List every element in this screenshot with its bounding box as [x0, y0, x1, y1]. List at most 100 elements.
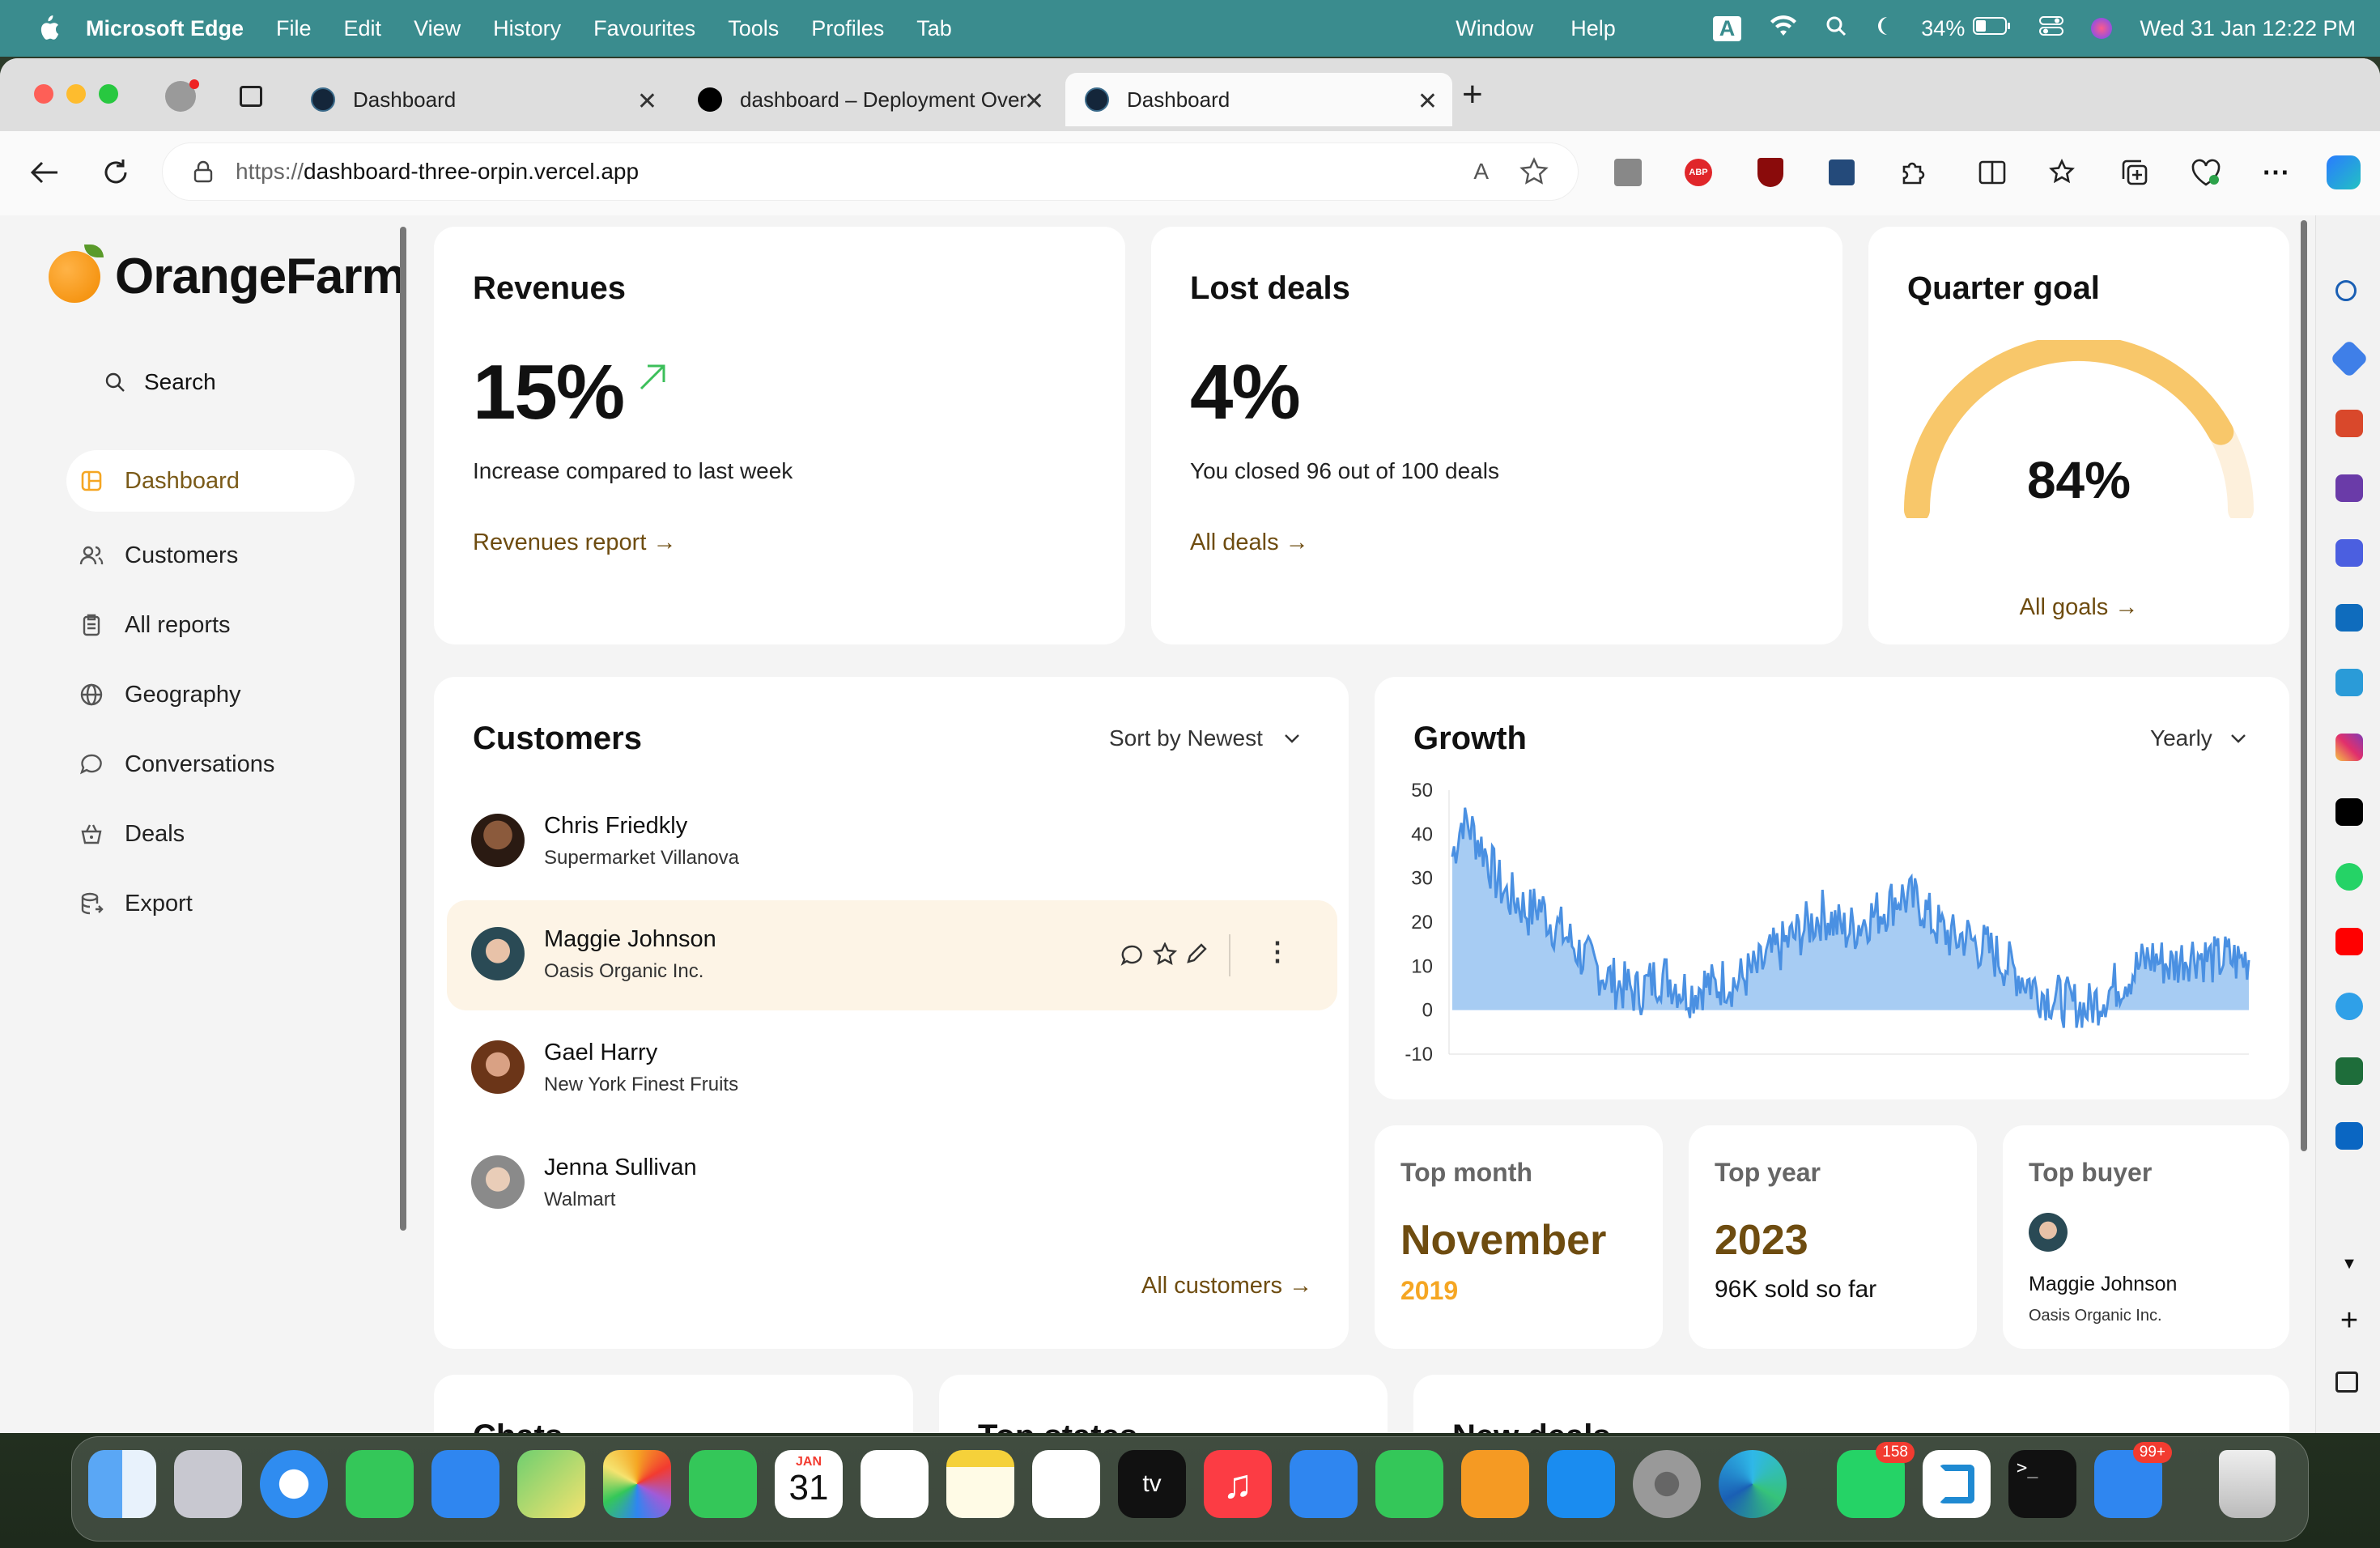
app-store-icon[interactable]: [1547, 1450, 1615, 1518]
favorites-icon[interactable]: [2046, 155, 2080, 189]
tab-deployment[interactable]: dashboard – Deployment Over ✕: [678, 73, 1059, 126]
apple-icon[interactable]: [36, 15, 60, 42]
menu-view[interactable]: View: [414, 16, 461, 41]
back-arrow-icon[interactable]: [28, 155, 62, 189]
instagram-icon[interactable]: [2335, 734, 2363, 761]
extension-profile-icon[interactable]: [1611, 155, 1645, 189]
settings-gear-icon[interactable]: ⚙: [2335, 1430, 2363, 1433]
menu-app-name[interactable]: Microsoft Edge: [86, 16, 244, 41]
revenues-report-link[interactable]: Revenues report →: [473, 529, 676, 556]
input-source-icon[interactable]: A: [1712, 15, 1742, 41]
sidebar-scrollbar[interactable]: [400, 227, 406, 1231]
send-icon[interactable]: [2335, 669, 2363, 696]
adblock-plus-icon[interactable]: ABP: [1681, 155, 1715, 189]
menu-tools[interactable]: Tools: [728, 16, 779, 41]
extensions-puzzle-icon[interactable]: [1896, 155, 1930, 189]
menu-window[interactable]: Window: [1456, 16, 1533, 41]
menu-help[interactable]: Help: [1570, 16, 1616, 41]
keynote-icon[interactable]: [1290, 1450, 1358, 1518]
more-vertical-icon[interactable]: ⋮: [1264, 936, 1290, 967]
nav-export[interactable]: Export: [66, 873, 355, 934]
zoom-window-button[interactable]: [99, 84, 118, 104]
sort-dropdown[interactable]: Sort by Newest: [1109, 725, 1300, 751]
customer-row[interactable]: Gael Harry New York Finest Fruits: [447, 1014, 1337, 1124]
period-dropdown[interactable]: Yearly: [2150, 725, 2246, 751]
mail-icon[interactable]: [431, 1450, 499, 1518]
message-icon[interactable]: [1120, 944, 1143, 967]
messenger-icon[interactable]: [2335, 993, 2363, 1020]
customer-row[interactable]: Chris Friedkly Supermarket Villanova: [447, 787, 1337, 897]
reminders-icon[interactable]: [861, 1450, 929, 1518]
menu-clock[interactable]: Wed 31 Jan 12:22 PM: [2140, 16, 2356, 41]
x-twitter-icon[interactable]: [2335, 798, 2363, 826]
menu-history[interactable]: History: [493, 16, 561, 41]
search-icon[interactable]: [2335, 280, 2357, 301]
numbers-icon[interactable]: [1375, 1450, 1443, 1518]
sidebar-toggle-icon[interactable]: [2335, 1372, 2358, 1393]
music-icon[interactable]: ♫: [1204, 1450, 1272, 1518]
nav-geography[interactable]: Geography: [66, 664, 355, 725]
extension-h-icon[interactable]: [1825, 155, 1859, 189]
launchpad-icon[interactable]: [174, 1450, 242, 1518]
whatsapp-icon[interactable]: [2335, 863, 2363, 891]
outlook-icon[interactable]: [2335, 604, 2363, 632]
close-window-button[interactable]: [34, 84, 53, 104]
ublock-icon[interactable]: [1753, 155, 1787, 189]
terminal-icon[interactable]: >_: [2008, 1450, 2076, 1518]
calendar-icon[interactable]: JAN 31: [775, 1450, 843, 1518]
close-tab-icon[interactable]: ✕: [1024, 87, 1044, 116]
lock-icon[interactable]: [193, 160, 213, 183]
photos-icon[interactable]: [603, 1450, 671, 1518]
shopping-tag-icon[interactable]: [2329, 338, 2369, 379]
menu-tab[interactable]: Tab: [916, 16, 952, 41]
all-customers-link[interactable]: All customers →: [1141, 1273, 1312, 1299]
youtube-icon[interactable]: [2335, 928, 2363, 955]
more-options-icon[interactable]: ⋯: [2259, 155, 2293, 189]
safari-icon[interactable]: [260, 1450, 328, 1518]
read-aloud-icon[interactable]: A: [1473, 159, 1489, 185]
edge-icon[interactable]: [1719, 1450, 1787, 1518]
maps-icon[interactable]: [517, 1450, 585, 1518]
collections-icon[interactable]: [2118, 155, 2152, 189]
chevron-down-icon[interactable]: ▼: [2335, 1255, 2363, 1282]
freeform-icon[interactable]: [1032, 1450, 1100, 1518]
nav-customers[interactable]: Customers: [66, 525, 355, 586]
copilot-icon[interactable]: [2327, 155, 2361, 189]
linkedin-icon[interactable]: [2335, 1122, 2363, 1150]
mail-dock-icon[interactable]: 99+: [2094, 1442, 2172, 1518]
search-button[interactable]: Search: [104, 369, 216, 395]
nav-dashboard[interactable]: Dashboard: [66, 450, 355, 512]
control-center-icon[interactable]: [2039, 15, 2064, 42]
brand-logo[interactable]: OrangeFarm: [49, 244, 406, 305]
system-settings-icon[interactable]: [1633, 1450, 1701, 1518]
minimize-window-button[interactable]: [66, 84, 86, 104]
vscode-icon[interactable]: [1923, 1450, 1991, 1518]
apple-tv-icon[interactable]: tv: [1118, 1450, 1186, 1518]
profile-avatar[interactable]: [165, 79, 199, 112]
all-deals-link[interactable]: All deals →: [1190, 529, 1309, 556]
nav-deals[interactable]: Deals: [66, 803, 355, 865]
browser-essentials-icon[interactable]: [2189, 155, 2223, 189]
siri-icon[interactable]: [2091, 18, 2113, 39]
finder-icon[interactable]: [88, 1450, 156, 1518]
menu-favourites[interactable]: Favourites: [593, 16, 695, 41]
focus-moon-icon[interactable]: [1874, 15, 1893, 42]
spotlight-icon[interactable]: [1825, 15, 1847, 42]
nav-conversations[interactable]: Conversations: [66, 734, 355, 795]
all-goals-link[interactable]: All goals →: [1868, 594, 2289, 621]
games-icon[interactable]: [2335, 474, 2363, 502]
tab-dashboard-1[interactable]: Dashboard ✕: [291, 73, 672, 126]
split-screen-icon[interactable]: [1975, 155, 2009, 189]
close-tab-icon[interactable]: ✕: [637, 87, 657, 116]
trash-icon[interactable]: [2219, 1450, 2276, 1518]
pages-icon[interactable]: [1461, 1450, 1529, 1518]
page-scrollbar[interactable]: [2301, 220, 2307, 1151]
m-app-icon[interactable]: [2335, 1057, 2363, 1085]
edit-pencil-icon[interactable]: [1185, 942, 1208, 965]
url-field[interactable]: https:// dashboard-three-orpin.vercel.ap…: [162, 142, 1579, 201]
tab-actions-icon[interactable]: [240, 86, 262, 107]
star-icon[interactable]: [1153, 942, 1177, 967]
messages-icon[interactable]: [346, 1450, 414, 1518]
battery-icon[interactable]: [1973, 16, 2012, 41]
menu-file[interactable]: File: [276, 16, 312, 41]
